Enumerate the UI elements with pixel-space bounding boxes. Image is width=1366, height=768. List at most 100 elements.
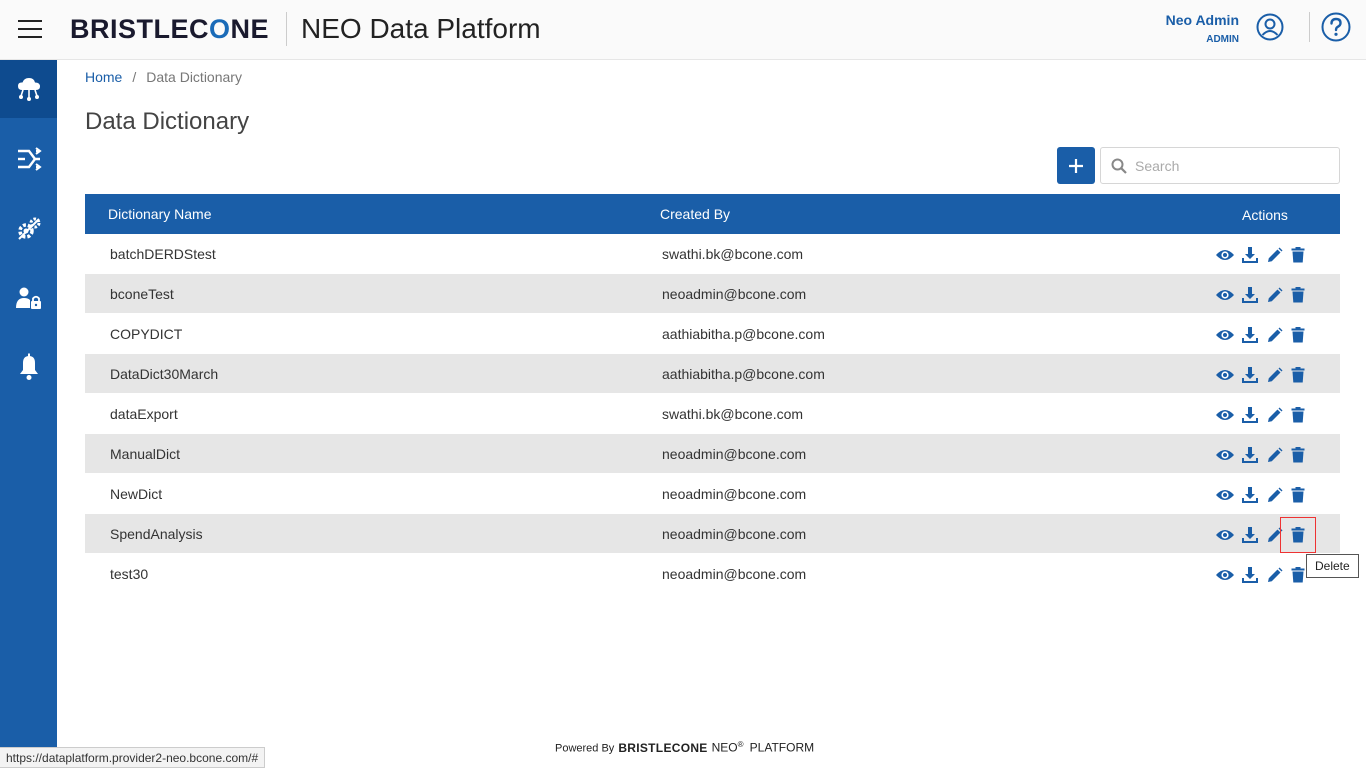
footer-neo: NEO [711, 740, 738, 755]
view-icon[interactable] [1215, 405, 1235, 425]
user-name: Neo Admin [1165, 12, 1239, 28]
table-row: bconeTest neoadmin@bcone.com [85, 274, 1340, 314]
footer: Powered By BRISTLECONE NEO® PLATFORM [555, 740, 814, 755]
cell-dictionary-name: DataDict30March [110, 366, 219, 382]
sidebar-item-configuration[interactable] [0, 200, 57, 258]
cell-dictionary-name: bconeTest [110, 286, 174, 302]
cloud-network-icon [17, 78, 40, 101]
table-body: batchDERDStest swathi.bk@bcone.com bconeTe… [85, 234, 1340, 594]
edit-icon[interactable] [1264, 445, 1284, 465]
download-icon[interactable] [1240, 285, 1260, 305]
cell-created-by: aathiabitha.p@bcone.com [662, 326, 825, 342]
delete-icon[interactable] [1288, 405, 1308, 425]
page-title: Data Dictionary [85, 108, 250, 135]
user-lock-icon [15, 287, 41, 309]
footer-registered-mark: ® [737, 740, 744, 749]
search-input[interactable] [1135, 148, 1335, 183]
column-header-dictionary-name[interactable]: Dictionary Name [108, 206, 211, 222]
download-icon[interactable] [1240, 245, 1260, 265]
delete-icon[interactable] [1288, 365, 1308, 385]
view-icon[interactable] [1215, 365, 1235, 385]
table-row: ManualDict neoadmin@bcone.com [85, 434, 1340, 474]
delete-icon[interactable] [1288, 445, 1308, 465]
view-icon[interactable] [1215, 285, 1235, 305]
search-icon [1111, 158, 1127, 174]
dictionary-table: Dictionary Name Created By Actions batch… [85, 194, 1340, 594]
user-info[interactable]: Neo Admin ADMIN [1166, 12, 1239, 45]
download-icon[interactable] [1240, 525, 1260, 545]
cell-dictionary-name: NewDict [110, 486, 163, 502]
download-icon[interactable] [1240, 405, 1260, 425]
cell-created-by: aathiabitha.p@bcone.com [662, 366, 825, 382]
delete-icon[interactable] [1288, 485, 1308, 505]
table-row: batchDERDStest swathi.bk@bcone.com [85, 234, 1340, 274]
download-icon[interactable] [1240, 485, 1260, 505]
cell-created-by: swathi.bk@bcone.com [662, 246, 804, 262]
plus-icon [1069, 158, 1083, 173]
cell-created-by: neoadmin@bcone.com [662, 286, 807, 302]
cell-created-by: neoadmin@bcone.com [662, 566, 807, 582]
view-icon[interactable] [1215, 485, 1235, 505]
delete-icon[interactable] [1288, 565, 1308, 585]
edit-icon[interactable] [1264, 245, 1284, 265]
view-icon[interactable] [1215, 245, 1235, 265]
help-icon[interactable] [1321, 12, 1351, 42]
delete-icon[interactable] [1288, 325, 1308, 345]
view-icon[interactable] [1215, 525, 1235, 545]
cell-created-by: neoadmin@bcone.com [662, 526, 807, 542]
brand-logo[interactable]: BRISTLECONE [70, 14, 269, 45]
breadcrumb-home-link[interactable]: Home [85, 69, 122, 85]
breadcrumb: Home / Data Dictionary [85, 69, 242, 85]
download-icon[interactable] [1240, 325, 1260, 345]
header-divider [286, 12, 287, 46]
table-row: COPYDICT aathiabitha.p@bcone.com [85, 314, 1340, 354]
hamburger-menu-icon[interactable] [18, 20, 42, 40]
view-icon[interactable] [1215, 325, 1235, 345]
delete-icon[interactable] [1288, 285, 1308, 305]
table-row: dataExport swathi.bk@bcone.com [85, 394, 1340, 434]
view-icon[interactable] [1215, 565, 1235, 585]
cell-dictionary-name: ManualDict [110, 446, 181, 462]
download-icon[interactable] [1240, 365, 1260, 385]
cell-dictionary-name: dataExport [110, 406, 178, 422]
sidebar-item-pipelines[interactable] [0, 130, 57, 188]
edit-icon[interactable] [1264, 285, 1284, 305]
app-title: NEO Data Platform [301, 13, 541, 44]
sidebar [0, 60, 57, 768]
sidebar-item-notifications[interactable] [0, 338, 57, 396]
delete-tooltip: Delete [1306, 554, 1359, 578]
breadcrumb-separator: / [132, 69, 137, 85]
user-account-icon[interactable] [1256, 13, 1284, 41]
column-header-created-by[interactable]: Created By [660, 206, 730, 222]
delete-icon[interactable] [1280, 517, 1316, 553]
sidebar-item-user-security[interactable] [0, 270, 57, 328]
cell-created-by: neoadmin@bcone.com [662, 486, 807, 502]
search-box [1100, 147, 1340, 184]
table-row: test30 neoadmin@bcone.com [85, 554, 1340, 594]
cell-dictionary-name: test30 [110, 566, 149, 582]
footer-platform: PLATFORM [749, 740, 815, 755]
column-header-actions: Actions [1242, 207, 1288, 223]
cell-dictionary-name: SpendAnalysis [110, 526, 203, 542]
view-icon[interactable] [1215, 445, 1235, 465]
gears-icon [17, 217, 40, 240]
header-divider-2 [1309, 12, 1310, 42]
flow-arrows-icon [17, 147, 42, 171]
edit-icon[interactable] [1264, 485, 1284, 505]
edit-icon[interactable] [1264, 325, 1284, 345]
delete-icon[interactable] [1288, 245, 1308, 265]
download-icon[interactable] [1240, 445, 1260, 465]
sidebar-item-data-cloud[interactable] [0, 60, 57, 118]
edit-icon[interactable] [1264, 565, 1284, 585]
edit-icon[interactable] [1264, 525, 1284, 545]
edit-icon[interactable] [1264, 365, 1284, 385]
user-role: ADMIN [1206, 34, 1239, 45]
bell-icon [19, 353, 38, 380]
footer-powered-by: Powered By [555, 742, 615, 755]
breadcrumb-current: Data Dictionary [146, 69, 242, 85]
table-row: NewDict neoadmin@bcone.com [85, 474, 1340, 514]
table-header: Dictionary Name Created By Actions [85, 194, 1340, 234]
download-icon[interactable] [1240, 565, 1260, 585]
edit-icon[interactable] [1264, 405, 1284, 425]
add-dictionary-button[interactable] [1057, 147, 1095, 184]
